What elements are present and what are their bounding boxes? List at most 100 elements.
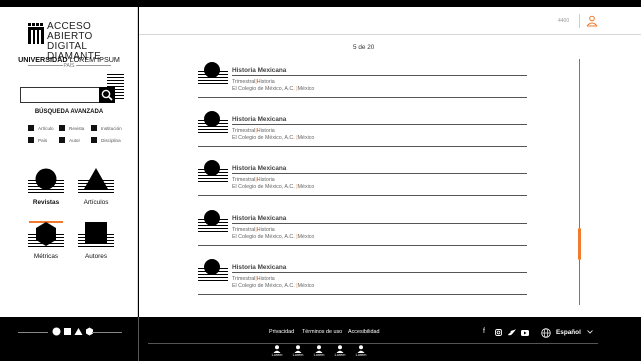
result-title-divider bbox=[232, 173, 527, 174]
footer-divider bbox=[138, 317, 139, 361]
checkbox[interactable] bbox=[91, 137, 97, 143]
result-meta: Trimestral|Historia El Colegio de México… bbox=[232, 227, 314, 242]
result-frequency: Trimestral bbox=[232, 128, 256, 134]
checkbox[interactable] bbox=[59, 137, 65, 143]
result-frequency: Trimestral bbox=[232, 79, 256, 85]
result-country: México bbox=[297, 135, 315, 142]
language-select[interactable]: Español bbox=[556, 329, 581, 336]
checkbox[interactable] bbox=[59, 125, 65, 131]
logo-mark-icon bbox=[28, 23, 44, 44]
result-divider bbox=[198, 146, 527, 147]
circle-icon bbox=[204, 111, 220, 127]
result-country: México bbox=[297, 283, 315, 290]
main-header: 4400 bbox=[139, 7, 641, 35]
filter-revista[interactable]: Revista bbox=[59, 125, 84, 131]
person-icon bbox=[336, 345, 344, 353]
footer-avatar[interactable]: Lorem bbox=[291, 345, 305, 357]
top-bar bbox=[0, 0, 641, 7]
nav-metricas-label: Métricas bbox=[33, 253, 59, 260]
filter-pais[interactable]: País bbox=[28, 137, 47, 143]
advanced-search-link[interactable]: BÚSQUEDA AVANZADA bbox=[0, 109, 138, 115]
checkbox[interactable] bbox=[91, 125, 97, 131]
filter-articulo[interactable]: Artículo bbox=[28, 125, 54, 131]
result-item[interactable]: Historia Mexicana Trimestral|Historia El… bbox=[198, 259, 527, 303]
footer-line-right bbox=[92, 332, 122, 333]
result-title[interactable]: Historia Mexicana bbox=[232, 264, 286, 271]
search-button[interactable] bbox=[99, 87, 115, 103]
nav-metricas[interactable]: Métricas bbox=[26, 222, 66, 260]
result-item[interactable]: Historia Mexicana Trimestral|Historia El… bbox=[198, 111, 527, 155]
result-item[interactable]: Historia Mexicana Trimestral|Historia El… bbox=[198, 160, 527, 204]
result-title[interactable]: Historia Mexicana bbox=[232, 165, 286, 172]
person-icon bbox=[357, 345, 365, 353]
footer-link-privacidad[interactable]: Privacidad bbox=[269, 329, 294, 335]
triangle-icon bbox=[84, 168, 108, 189]
square-icon bbox=[64, 328, 71, 335]
user-icon[interactable] bbox=[586, 15, 598, 27]
nav-revistas[interactable]: Revistas bbox=[26, 168, 66, 206]
result-subject: Historia bbox=[256, 276, 275, 282]
result-meta: Trimestral|Historia El Colegio de México… bbox=[232, 128, 314, 143]
result-title-divider bbox=[232, 223, 527, 224]
filter-disciplina[interactable]: Disciplina bbox=[91, 137, 121, 143]
instagram-icon[interactable] bbox=[495, 329, 502, 336]
checkbox[interactable] bbox=[28, 137, 34, 143]
filter-institucion[interactable]: Institución bbox=[91, 125, 122, 131]
youtube-icon[interactable] bbox=[521, 330, 529, 336]
scrollbar-track[interactable] bbox=[579, 59, 580, 305]
circle-icon bbox=[204, 259, 220, 275]
result-title-divider bbox=[232, 75, 527, 76]
result-divider bbox=[198, 245, 527, 246]
person-icon bbox=[273, 345, 281, 353]
checkbox[interactable] bbox=[28, 125, 34, 131]
footer-avatar[interactable]: Lorem bbox=[270, 345, 284, 357]
circle-icon bbox=[35, 168, 57, 190]
brand-line-1: ACCESO ABIERTO bbox=[47, 21, 93, 42]
result-title[interactable]: Historia Mexicana bbox=[232, 116, 286, 123]
chevron-down-icon[interactable] bbox=[587, 330, 593, 334]
result-subject: Historia bbox=[256, 227, 275, 233]
result-title[interactable]: Historia Mexicana bbox=[232, 215, 286, 222]
triangle-icon bbox=[74, 328, 83, 335]
result-publisher: El Colegio de México, A.C. bbox=[232, 283, 295, 290]
footer-avatar-label: Lorem bbox=[292, 353, 304, 357]
globe-icon bbox=[541, 328, 551, 338]
footer-avatars: Lorem Lorem Lorem Lorem Lorem bbox=[270, 345, 368, 357]
result-title[interactable]: Historia Mexicana bbox=[232, 67, 286, 74]
nav-articulos[interactable]: Artículos bbox=[76, 168, 116, 206]
twitter-icon[interactable] bbox=[508, 329, 516, 336]
main-content: 4400 5 de 20 Historia Mexicana Trimestra… bbox=[139, 7, 641, 317]
result-subject: Historia bbox=[256, 79, 275, 85]
result-title-divider bbox=[232, 272, 527, 273]
footer-avatar-label: Lorem bbox=[355, 353, 367, 357]
result-meta: Trimestral|Historia El Colegio de México… bbox=[232, 276, 314, 291]
footer-separator bbox=[148, 343, 598, 344]
result-title-divider bbox=[232, 124, 527, 125]
filter-autor[interactable]: Autor bbox=[59, 137, 80, 143]
result-item[interactable]: Historia Mexicana Trimestral|Historia El… bbox=[198, 62, 527, 106]
user-counter: 4400 bbox=[558, 18, 570, 24]
footer: Privacidad Términos de uso Accesibilidad… bbox=[0, 317, 641, 361]
hexagon-icon bbox=[36, 222, 56, 246]
result-divider bbox=[198, 97, 527, 98]
journal-thumbnail bbox=[198, 160, 228, 186]
country-label: PAÍS bbox=[63, 63, 75, 69]
facebook-icon[interactable]: f bbox=[483, 328, 485, 335]
search-icon bbox=[101, 89, 113, 101]
footer-avatar[interactable]: Lorem bbox=[354, 345, 368, 357]
footer-link-terminos[interactable]: Términos de uso bbox=[302, 329, 342, 335]
nav-autores[interactable]: Autores bbox=[76, 222, 116, 260]
scrollbar-thumb[interactable] bbox=[578, 228, 581, 260]
result-item[interactable]: Historia Mexicana Trimestral|Historia El… bbox=[198, 210, 527, 254]
footer-avatar-label: Lorem bbox=[334, 353, 346, 357]
footer-link-accesibilidad[interactable]: Accesibilidad bbox=[348, 329, 379, 335]
circle-icon bbox=[204, 210, 220, 226]
logo[interactable]: ACCESO ABIERTO DIGITAL DIAMANTE bbox=[28, 21, 118, 62]
result-publisher: El Colegio de México, A.C. bbox=[232, 184, 295, 191]
result-subject: Historia bbox=[256, 177, 275, 183]
result-frequency: Trimestral bbox=[232, 177, 256, 183]
footer-avatar[interactable]: Lorem bbox=[333, 345, 347, 357]
result-frequency: Trimestral bbox=[232, 227, 256, 233]
footer-avatar[interactable]: Lorem bbox=[312, 345, 326, 357]
circle-icon bbox=[204, 62, 220, 78]
